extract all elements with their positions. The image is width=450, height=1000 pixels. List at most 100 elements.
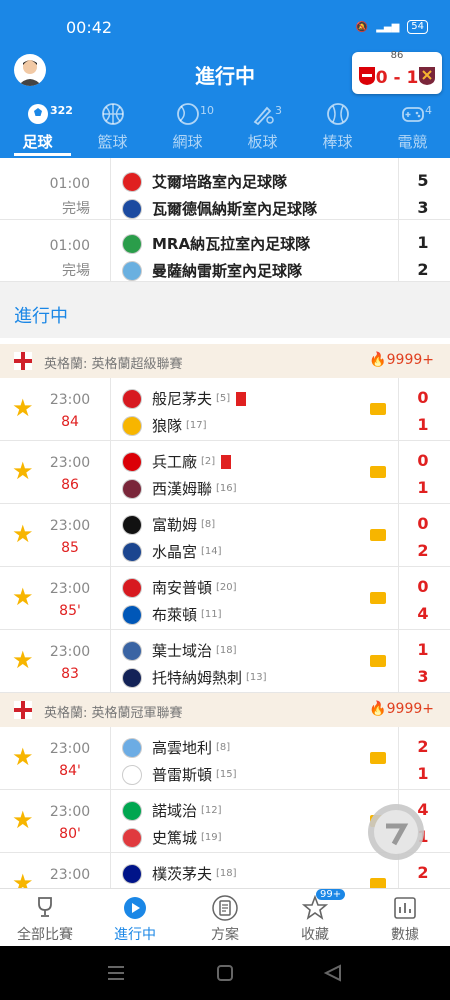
team-score: 3: [417, 667, 429, 686]
status-icons: 🔕 ▂▄▆ 54: [356, 20, 428, 34]
favorite-star-icon[interactable]: ★: [12, 869, 34, 888]
team-name-text: 曼薩納雷斯室內足球隊: [152, 262, 303, 280]
tab-basketball[interactable]: 籃球: [75, 100, 150, 156]
team-name: 水晶宮 [14]: [122, 541, 222, 562]
team-crest-icon: [122, 577, 142, 598]
team-name: 托特納姆熱刺 [13]: [122, 667, 267, 688]
divider: [110, 378, 111, 440]
team-name: 般尼茅夫 [5]: [122, 388, 247, 409]
team-score: 0: [417, 577, 429, 596]
floating-action-button[interactable]: [368, 804, 424, 860]
kickoff-time: 23:00: [49, 741, 91, 757]
team-rank: [18]: [216, 868, 237, 879]
team-rank: [16]: [216, 483, 237, 494]
match-time: 01:00: [49, 238, 90, 254]
tab-cricket[interactable]: 3 板球: [225, 100, 300, 156]
back-icon[interactable]: [323, 964, 341, 982]
team-score: 1: [417, 415, 429, 434]
favorite-star-icon[interactable]: ★: [12, 583, 34, 611]
odds-icon[interactable]: [370, 403, 386, 415]
match-row[interactable]: 01:00 完場 艾爾培路室內足球隊 5 瓦爾德佩納斯室內足球隊 3: [0, 158, 450, 220]
tab-baseball[interactable]: 棒球: [300, 100, 375, 156]
divider: [398, 727, 399, 789]
league-header[interactable]: 英格蘭: 英格蘭超級聯賽 🔥9999+: [0, 344, 450, 378]
team-crest-icon: [122, 827, 142, 848]
tab-gamepad[interactable]: 4 電競: [375, 100, 450, 156]
sport-tabs: 322 足球 籃球 10 網球 3 板球 棒球 4 電競: [0, 100, 450, 158]
match-minute: 80': [59, 826, 81, 842]
favorite-star-icon[interactable]: ★: [12, 646, 34, 674]
divider: [110, 504, 111, 566]
favorite-star-icon[interactable]: ★: [12, 394, 34, 422]
league-heat: 🔥9999+: [369, 701, 434, 717]
tab-label: 網球: [172, 133, 203, 151]
team-name-text: 葉士域治: [152, 642, 213, 660]
menu-icon[interactable]: [108, 966, 124, 980]
team-rank: [19]: [201, 832, 222, 843]
team-rank: [8]: [201, 519, 216, 530]
team-name-text: 高雲地利: [152, 739, 213, 757]
odds-icon[interactable]: [370, 752, 386, 764]
team-name-text: 普雷斯頓: [152, 766, 213, 784]
tab-label: 板球: [247, 133, 278, 151]
nav-chart[interactable]: 數據: [360, 889, 450, 947]
odds-icon[interactable]: [370, 655, 386, 667]
team-name-text: 瓦爾德佩納斯室內足球隊: [152, 200, 318, 218]
trophy-icon: [32, 895, 58, 921]
match-row[interactable]: 01:00 完場 MRA納瓦拉室內足球隊 1 曼薩納雷斯室內足球隊 2: [0, 220, 450, 282]
system-nav-bar: [0, 946, 450, 1000]
match-row[interactable]: ★ 23:00 85 富勒姆 [8] 0 水晶宮 [14] 2: [0, 504, 450, 567]
tennis-icon: [176, 102, 200, 126]
match-row[interactable]: ★ 23:00 85' 南安普頓 [20] 0 布萊頓 [11] 4: [0, 567, 450, 630]
team-name-text: MRA納瓦拉室內足球隊: [152, 235, 311, 253]
team-crest-icon: [122, 800, 142, 821]
team-name-text: 布萊頓: [152, 606, 198, 624]
team-rank: [8]: [216, 742, 231, 753]
favorite-star-icon[interactable]: ★: [12, 520, 34, 548]
team-name-text: 般尼茅夫: [152, 390, 213, 408]
team-name-text: 托特納姆熱刺: [152, 669, 243, 687]
kickoff-time: 23:00: [49, 455, 91, 471]
league-header[interactable]: 英格蘭: 英格蘭冠軍聯賽 🔥9999+: [0, 693, 450, 727]
team-name-text: 水晶宮: [152, 543, 198, 561]
nav-label: 數據: [391, 927, 419, 943]
nav-document[interactable]: 方案: [180, 889, 270, 947]
team-score: 1: [417, 233, 429, 252]
kickoff-time: 23:00: [49, 581, 91, 597]
match-row[interactable]: ★ 23:00 84 般尼茅夫 [5] 0 狼隊 [17] 1: [0, 378, 450, 441]
divider: [110, 220, 111, 281]
odds-icon[interactable]: [370, 466, 386, 478]
nav-play[interactable]: 進行中: [90, 889, 180, 947]
tab-count: 4: [425, 104, 432, 117]
mute-icon: 🔕: [355, 21, 369, 33]
league-name: 英格蘭: 英格蘭超級聯賽: [44, 357, 183, 372]
westham-crest-icon: [419, 67, 435, 85]
live-score-popup[interactable]: 86 0 - 1: [352, 50, 442, 94]
match-minute: 84': [59, 763, 81, 779]
team-name: 南安普頓 [20]: [122, 577, 237, 598]
match-minute: 86: [61, 477, 79, 493]
team-name: 瓦爾德佩納斯室內足球隊: [122, 198, 317, 219]
odds-icon[interactable]: [370, 592, 386, 604]
nav-star[interactable]: 99+ 收藏: [270, 889, 360, 947]
favorite-star-icon[interactable]: ★: [12, 743, 34, 771]
nav-trophy[interactable]: 全部比賽: [0, 889, 90, 947]
match-row[interactable]: ★ 23:00 83 葉士域治 [18] 1 托特納姆熱刺 [13] 3: [0, 630, 450, 693]
tab-tennis[interactable]: 10 網球: [150, 100, 225, 156]
match-row[interactable]: ★ 23:00 84' 高雲地利 [8] 2 普雷斯頓 [15] 1: [0, 727, 450, 790]
home-icon[interactable]: [217, 965, 233, 981]
match-row[interactable]: ★ 23:00 86 兵工廠 [2] 0 西漢姆聯 [16] 1: [0, 441, 450, 504]
section-title: 進行中: [14, 306, 68, 327]
odds-icon[interactable]: [370, 878, 386, 888]
team-rank: [18]: [216, 645, 237, 656]
team-crest-icon: [122, 640, 142, 661]
odds-icon[interactable]: [370, 529, 386, 541]
team-name-text: 艾爾培路室內足球隊: [152, 173, 288, 191]
team-score: 2: [417, 260, 429, 279]
nav-label: 方案: [211, 927, 239, 943]
team-crest-icon: [122, 667, 142, 688]
active-tab-indicator: [14, 153, 71, 156]
favorite-star-icon[interactable]: ★: [12, 457, 34, 485]
tab-soccer-ball[interactable]: 322 足球: [0, 100, 75, 156]
favorite-star-icon[interactable]: ★: [12, 806, 34, 834]
